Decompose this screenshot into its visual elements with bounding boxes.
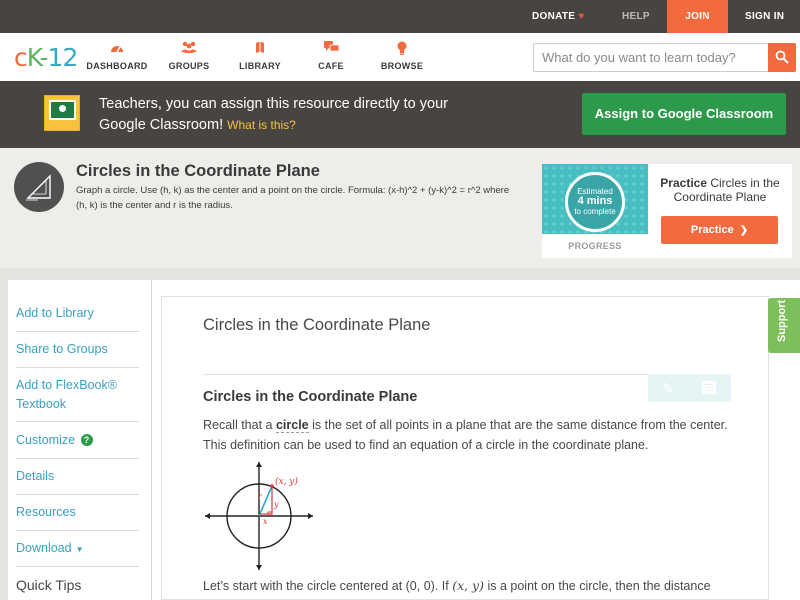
customize-label: Customize [16,433,76,447]
join-button[interactable]: JOIN [667,0,728,33]
caret-down-icon: ▼ [75,545,84,554]
nav-browse-label: BROWSE [380,61,424,71]
paragraph-2-body: is a point on the circle, then the dista… [484,579,711,593]
logo-part-12: 12 [47,43,79,72]
search-input[interactable] [534,44,769,71]
radius-label: r [258,492,263,501]
main-nav: cK-12 DASHBOARD GROUPS LIBRARY CAFE BROW… [0,33,800,81]
donate-link[interactable]: DONATE ♥ [532,0,585,33]
to-complete-label: to complete [574,207,616,216]
concept-header: Circles in the Coordinate Plane Graph a … [0,148,800,268]
nav-library-label: LIBRARY [239,61,281,71]
customize-link[interactable]: Customize ? [16,431,139,459]
lesson-title: Circles in the Coordinate Plane [203,316,431,334]
lesson-paragraph-1: Recall that a circle is the set of all p… [203,415,731,455]
sign-in-link[interactable]: SIGN IN [745,0,784,33]
classroom-message: Teachers, you can assign this resource d… [99,94,479,136]
resources-link[interactable]: Resources [16,503,139,531]
practice-card: Estimated 4 mins to complete PROGRESS Pr… [542,164,792,258]
nav-groups[interactable]: GROUPS [154,41,224,71]
math-point-xy: (x, y) [452,578,484,593]
x-leg-label: x [263,517,268,526]
dashboard-icon [82,41,152,57]
search-button[interactable] [768,43,796,72]
download-label: Download [16,541,72,555]
google-classroom-banner: Teachers, you can assign this resource d… [0,81,800,148]
cafe-icon [296,41,366,57]
groups-icon [154,41,224,57]
search-icon [775,50,789,64]
add-to-flexbook-link[interactable]: Add to FlexBook® Textbook [16,376,139,422]
heart-icon: ♥ [578,11,585,22]
details-link[interactable]: Details [16,467,139,495]
practice-illustration: Estimated 4 mins to complete [542,164,648,234]
circle-coordinate-graph: (x, y) r y x [205,462,313,570]
geometry-triangle-icon [14,162,64,212]
download-dropdown[interactable]: Download ▼ [16,539,139,567]
help-icon[interactable]: ? [80,434,93,446]
point-xy [270,484,274,488]
paragraph-1-intro: Recall that a [203,418,276,432]
lesson-content: Circles in the Coordinate Plane ✎ Circle… [161,296,769,600]
estimated-minutes: 4 mins [577,195,613,207]
help-link[interactable]: HELP [622,0,650,33]
annotation-toolbar: ✎ [648,374,731,402]
practice-button-label: Practice [690,224,734,236]
concept-title: Circles in the Coordinate Plane [76,162,320,180]
what-is-this-link[interactable]: What is this? [227,118,296,132]
lesson-section-heading: Circles in the Coordinate Plane [203,389,418,405]
logo-part-k: K- [26,43,49,72]
top-utility-bar: DONATE ♥ HELP JOIN SIGN IN [0,0,800,33]
practice-heading-bold: Practice [660,176,707,190]
nav-groups-label: GROUPS [168,61,210,71]
share-to-groups-link[interactable]: Share to Groups [16,340,139,368]
practice-button[interactable]: Practice ❯ [661,216,778,244]
library-icon [225,41,295,57]
support-label: Support [776,299,788,342]
y-leg-label: y [273,500,279,509]
nav-cafe[interactable]: CAFE [296,41,366,71]
vocabulary-term-circle[interactable]: circle [275,418,309,433]
radius-line [258,485,273,517]
quick-tips-heading[interactable]: Quick Tips [16,577,81,593]
nav-dashboard[interactable]: DASHBOARD [82,41,152,71]
add-to-library-link[interactable]: Add to Library [16,304,139,332]
donate-label: DONATE [532,11,576,22]
progress-label: PROGRESS [568,241,622,251]
logo-part-c: c [14,43,28,72]
assign-to-google-classroom-button[interactable]: Assign to Google Classroom [582,93,786,135]
chevron-right-icon: ❯ [739,225,749,236]
nav-cafe-label: CAFE [318,61,344,71]
point-xy-label: (x, y) [275,476,298,487]
ck12-logo[interactable]: cK-12 [14,43,79,72]
classroom-person [59,105,66,112]
google-classroom-icon [44,95,80,131]
nav-browse[interactable]: BROWSE [367,41,437,71]
nav-library[interactable]: LIBRARY [225,41,295,71]
nav-dashboard-label: DASHBOARD [86,61,148,71]
estimated-time-badge: Estimated 4 mins to complete [565,172,625,232]
notes-icon[interactable] [702,381,716,394]
lightbulb-icon [367,41,437,57]
action-sidebar: Add to Library Share to Groups Add to Fl… [8,280,151,600]
paragraph-2-intro: Let’s start with the circle centered at … [203,579,453,593]
concept-description: Graph a circle. Use (h, k) as the center… [76,185,510,211]
lesson-paragraph-2: Let’s start with the circle centered at … [203,576,731,596]
support-tab[interactable]: Support [768,298,800,353]
search-box [533,43,796,72]
practice-heading: Practice Circles in the Coordinate Plane [655,176,785,204]
pencil-icon[interactable]: ✎ [662,380,674,397]
